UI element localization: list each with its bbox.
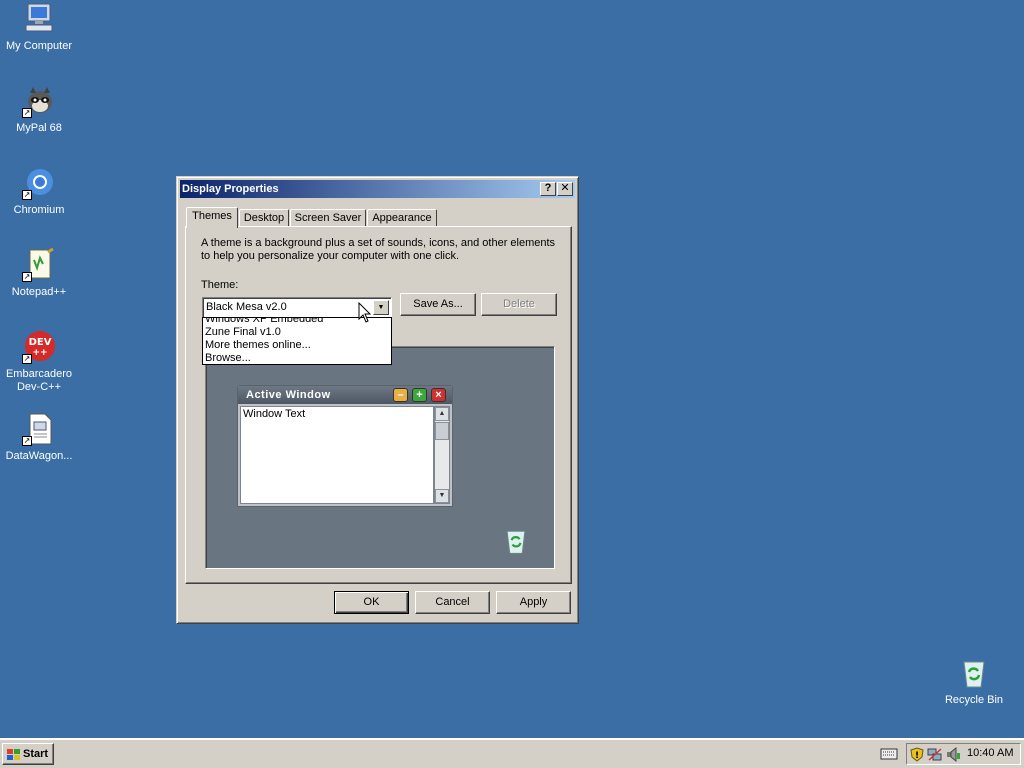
scroll-thumb [435, 422, 449, 440]
desktop-icon-mypal[interactable]: ↗ MyPal 68 [0, 84, 78, 135]
start-label: Start [23, 748, 49, 760]
desktop-icon-recycle-bin[interactable]: Recycle Bin [935, 656, 1013, 707]
preview-scrollbar: ▲ ▼ [434, 406, 450, 504]
close-icon: × [431, 388, 446, 402]
apply-button[interactable]: Apply [496, 591, 571, 614]
desktop-icon-my-computer[interactable]: My Computer [0, 2, 78, 53]
system-tray: ! 10:40 AM [906, 743, 1021, 765]
desktop-icon-label-line2: Dev-C++ [16, 381, 62, 393]
tab-desktop[interactable]: Desktop [239, 209, 289, 227]
scroll-down-icon: ▼ [435, 489, 449, 503]
chevron-down-icon[interactable]: ▼ [373, 300, 389, 315]
desktop-icon-label: Recycle Bin [944, 694, 1004, 706]
desktop-icon-label-line1: Embarcadero [5, 368, 73, 380]
document-icon: ↗ [22, 412, 56, 446]
minimize-icon: – [393, 388, 408, 402]
volume-icon[interactable] [945, 746, 961, 765]
save-as-button[interactable]: Save As... [400, 293, 476, 316]
theme-select-value: Black Mesa v2.0 [206, 301, 287, 313]
help-button[interactable]: ? [540, 182, 556, 196]
delete-button[interactable]: Delete [481, 293, 557, 316]
desktop-icon-devcpp[interactable]: DEV ++ ↗ Embarcadero Dev-C++ [0, 330, 78, 394]
desktop-icon-label: Chromium [13, 204, 65, 216]
svg-text:++: ++ [32, 348, 47, 358]
mouse-cursor-icon [358, 301, 372, 327]
dev-cpp-icon: DEV ++ ↗ [22, 330, 56, 364]
dropdown-item[interactable]: Zune Final v1.0 [203, 326, 391, 339]
display-properties-dialog: Display Properties ? ✕ Themes Desktop Sc… [176, 176, 579, 624]
shortcut-arrow-icon: ↗ [22, 190, 32, 200]
shortcut-arrow-icon: ↗ [22, 354, 32, 364]
desktop-icon-chromium[interactable]: ↗ Chromium [0, 166, 78, 217]
chromium-icon: ↗ [22, 166, 56, 200]
ok-button[interactable]: OK [334, 591, 409, 614]
tab-themes[interactable]: Themes [186, 207, 238, 228]
desktop-icon-label: MyPal 68 [16, 122, 62, 134]
computer-icon [22, 2, 56, 36]
shortcut-arrow-icon: ↗ [22, 272, 32, 282]
svg-text:!: ! [915, 751, 919, 761]
security-shield-icon[interactable]: ! [910, 747, 924, 765]
theme-preview: Active Window – + × Window Text ▲ ▼ [205, 346, 555, 569]
close-button[interactable]: ✕ [557, 182, 573, 196]
network-icon[interactable] [927, 747, 943, 765]
theme-label: Theme: [201, 279, 239, 291]
shortcut-arrow-icon: ↗ [22, 436, 32, 446]
recycle-bin-preview-icon [501, 526, 531, 556]
windows-logo-icon [7, 748, 20, 760]
clock[interactable]: 10:40 AM [967, 747, 1013, 759]
raccoon-icon: ↗ [22, 84, 56, 118]
keyboard-icon[interactable] [880, 747, 898, 764]
svg-text:DEV: DEV [29, 337, 52, 348]
theme-description: A theme is a background plus a set of so… [201, 237, 556, 262]
scroll-up-icon: ▲ [435, 407, 449, 421]
dropdown-item[interactable]: Browse... [203, 352, 391, 364]
maximize-icon: + [412, 388, 427, 402]
themes-panel: A theme is a background plus a set of so… [185, 226, 572, 584]
desktop-icon-notepadpp[interactable]: ↗ Notepad++ [0, 247, 78, 299]
cancel-button[interactable]: Cancel [415, 591, 490, 614]
start-button[interactable]: Start [2, 743, 54, 765]
tab-appearance[interactable]: Appearance [367, 209, 437, 227]
dropdown-item[interactable]: More themes online... [203, 339, 391, 352]
recycle-bin-icon [957, 656, 991, 690]
desktop-icon-datawagon[interactable]: ↗ DataWagon... [0, 412, 78, 463]
taskbar: Start ! 10:40 AM [0, 738, 1024, 768]
title-bar[interactable]: Display Properties ? ✕ [180, 180, 575, 198]
shortcut-arrow-icon: ↗ [22, 108, 32, 118]
preview-window: Active Window – + × Window Text ▲ ▼ [237, 385, 453, 507]
notepad-plus-plus-icon: ↗ [22, 247, 56, 282]
tab-screen-saver[interactable]: Screen Saver [290, 209, 366, 227]
desktop-icon-label: My Computer [5, 40, 73, 52]
window-title: Display Properties [182, 183, 279, 195]
desktop-icon-label: DataWagon... [5, 450, 73, 462]
preview-window-text: Window Text [240, 406, 434, 504]
desktop-icon-label: Notepad++ [11, 286, 67, 298]
